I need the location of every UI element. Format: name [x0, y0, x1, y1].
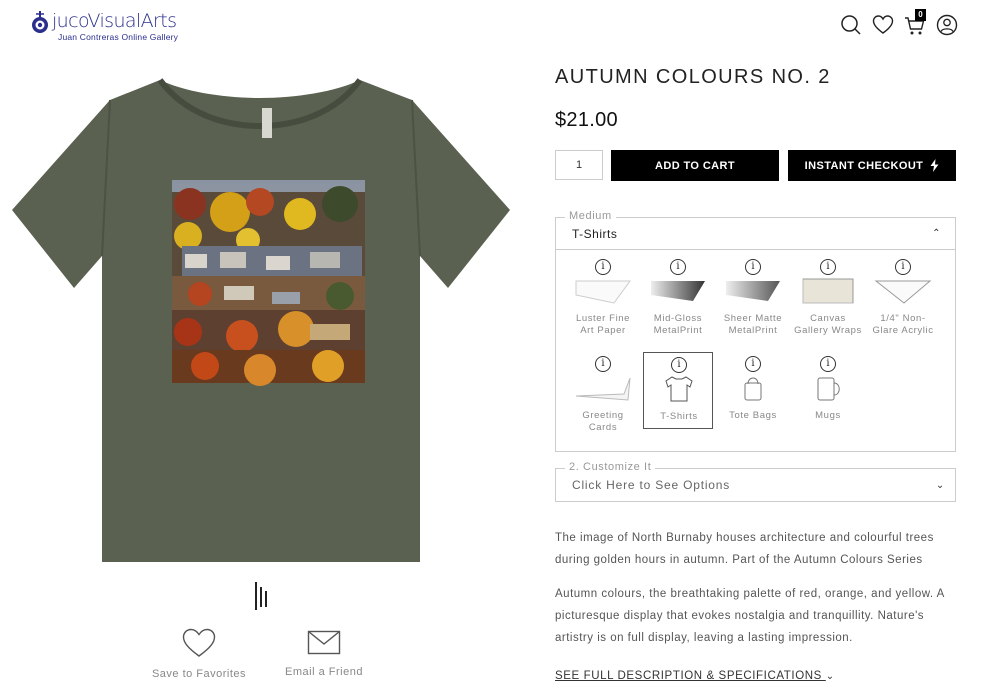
product-price: $21.00: [555, 109, 618, 131]
medium-dropdown-header[interactable]: T-Shirts ⌃: [556, 218, 955, 250]
autumn-print-artwork: [172, 180, 365, 386]
cart-icon[interactable]: 0: [904, 9, 926, 36]
medium-selected-value: T-Shirts: [572, 226, 618, 241]
acrylic-icon: [874, 277, 932, 305]
medium-option[interactable]: i Luster Fine Art Paper: [568, 255, 638, 339]
info-icon[interactable]: i: [671, 357, 687, 373]
heart-icon[interactable]: [872, 14, 894, 36]
description-paragraph-1: The image of North Burnaby houses archit…: [555, 532, 934, 566]
medium-option-label: Greeting Cards: [582, 410, 624, 433]
info-icon[interactable]: i: [820, 259, 836, 275]
medium-selector: Medium T-Shirts ⌃ i Luster Fine Art Paper…: [555, 210, 956, 452]
logo-name: jucoVisualArts: [52, 10, 177, 32]
info-icon[interactable]: i: [820, 356, 836, 372]
medium-option-label: Sheer Matte MetalPrint: [723, 313, 783, 336]
medium-option[interactable]: i Tote Bags: [718, 352, 788, 436]
tote-bag-icon: [724, 374, 782, 402]
medium-option[interactable]: i Greeting Cards: [568, 352, 638, 436]
gallery-thumb-indicator-icon[interactable]: [253, 581, 271, 611]
medium-option[interactable]: i Canvas Gallery Wraps: [793, 255, 863, 339]
site-logo[interactable]: jucoVisualArts Juan Contreras Online Gal…: [30, 10, 178, 43]
medium-option-label: Luster Fine Art Paper: [575, 313, 631, 336]
quantity-input[interactable]: 1: [555, 150, 603, 180]
medium-option[interactable]: i Mugs: [793, 352, 863, 436]
medium-option-label: 1/4" Non-Glare Acrylic: [872, 313, 934, 336]
customize-selector: 2. Customize It Click Here to See Option…: [555, 461, 956, 502]
product-title: AUTUMN COLOURS NO. 2: [555, 66, 831, 88]
metal-matte-icon: [724, 277, 782, 305]
canvas-icon: [799, 277, 857, 305]
metal-icon: [649, 277, 707, 305]
customize-legend: 2. Customize It: [565, 461, 656, 473]
logo-subtitle: Juan Contreras Online Gallery: [58, 32, 179, 42]
save-to-favorites-label: Save to Favorites: [151, 668, 247, 680]
email-a-friend-button[interactable]: Email a Friend: [282, 628, 366, 678]
mug-icon: [799, 374, 857, 402]
paper-icon: [574, 277, 632, 305]
instant-checkout-button[interactable]: INSTANT CHECKOUT: [788, 150, 956, 181]
medium-option[interactable]: i Sheer Matte MetalPrint: [718, 255, 788, 339]
envelope-icon: [307, 630, 341, 655]
medium-option[interactable]: i T-Shirts: [643, 352, 713, 429]
double-chevron-down-icon: ⌄: [825, 671, 835, 682]
info-icon[interactable]: i: [895, 259, 911, 275]
search-icon[interactable]: [840, 14, 862, 36]
chevron-up-icon[interactable]: ⌃: [932, 228, 941, 239]
logo-mark-icon: [32, 11, 48, 33]
see-full-description-link[interactable]: SEE FULL DESCRIPTION & SPECIFICATIONS ⌄: [555, 670, 835, 682]
info-icon[interactable]: i: [595, 259, 611, 275]
medium-legend: Medium: [565, 210, 616, 222]
medium-option-label: T-Shirts: [660, 411, 698, 422]
lightning-icon: [930, 159, 939, 172]
add-to-cart-button[interactable]: ADD TO CART: [611, 150, 779, 181]
medium-option-label: Tote Bags: [729, 410, 777, 421]
greeting-card-icon: [574, 374, 632, 402]
instant-checkout-label: INSTANT CHECKOUT: [804, 159, 924, 172]
tshirt-icon: [650, 375, 708, 403]
save-to-favorites-button[interactable]: Save to Favorites: [150, 628, 248, 680]
description-paragraph-2: Autumn colours, the breathtaking palette…: [555, 588, 945, 644]
info-icon[interactable]: i: [595, 356, 611, 372]
product-image[interactable]: [10, 74, 515, 566]
medium-option[interactable]: i Mid-Gloss MetalPrint: [643, 255, 713, 339]
info-icon[interactable]: i: [745, 259, 761, 275]
see-full-description-label: SEE FULL DESCRIPTION & SPECIFICATIONS: [555, 670, 822, 682]
cart-count-badge: 0: [915, 9, 926, 21]
customize-placeholder: Click Here to See Options: [572, 478, 731, 492]
info-icon[interactable]: i: [745, 356, 761, 372]
medium-option-label: Mugs: [815, 410, 841, 421]
customize-dropdown[interactable]: Click Here to See Options ⌄: [556, 469, 955, 501]
site-header: jucoVisualArts Juan Contreras Online Gal…: [0, 0, 1000, 58]
email-a-friend-label: Email a Friend: [285, 666, 363, 678]
user-icon[interactable]: [936, 14, 958, 36]
medium-option-label: Mid-Gloss MetalPrint: [653, 313, 703, 336]
heart-outline-icon: [182, 628, 216, 657]
info-icon[interactable]: i: [670, 259, 686, 275]
chevron-down-icon[interactable]: ⌄: [936, 480, 945, 491]
medium-option-label: Canvas Gallery Wraps: [794, 313, 862, 336]
medium-option[interactable]: i 1/4" Non-Glare Acrylic: [868, 255, 938, 339]
add-to-cart-label: ADD TO CART: [655, 159, 735, 172]
